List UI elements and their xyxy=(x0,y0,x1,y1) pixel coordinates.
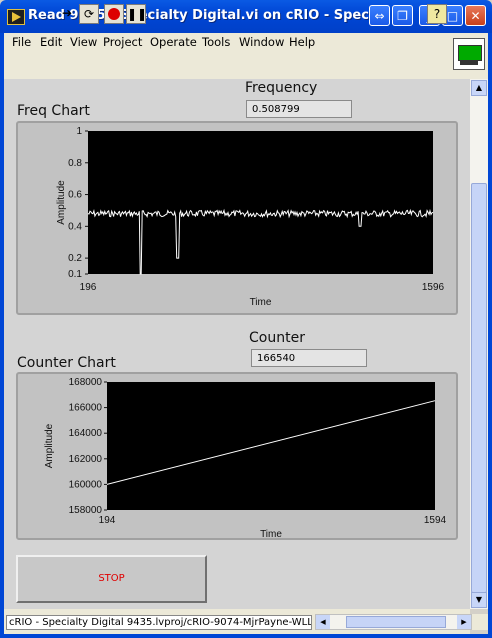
toolbar xyxy=(0,51,492,79)
counter-ytick-label: 164000 xyxy=(69,428,103,439)
freq-ytick-label: 0.1 xyxy=(68,269,82,280)
counter-ytick-label: 158000 xyxy=(69,505,103,516)
counter-indicator: 166540 xyxy=(251,349,367,367)
counter-xtick-label: 1594 xyxy=(424,515,447,526)
menu-edit[interactable]: Edit xyxy=(40,35,62,49)
menu-window[interactable]: Window xyxy=(239,35,284,49)
counter-xtick-label: 194 xyxy=(99,515,116,526)
labview-vi-icon xyxy=(7,9,25,25)
counter-chart-title: Counter Chart xyxy=(17,355,116,371)
frequency-indicator: 0.508799 xyxy=(246,100,352,118)
menu-project[interactable]: Project xyxy=(103,35,142,49)
freq-chart-title: Freq Chart xyxy=(17,103,90,119)
scroll-up-arrow-icon[interactable]: ▲ xyxy=(471,80,487,96)
freq-ytick-label: 0.6 xyxy=(68,190,82,201)
counter-label: Counter xyxy=(249,330,305,346)
status-path: cRIO - Specialty Digital 9435.lvproj/cRI… xyxy=(6,615,312,630)
counter-xlabel: Time xyxy=(260,529,282,540)
hscroll-thumb[interactable] xyxy=(346,616,446,628)
counter-ylabel: Amplitude xyxy=(44,423,55,468)
freq-ytick-label: 0.4 xyxy=(68,221,82,232)
vertical-scrollbar[interactable]: ▲ ▼ xyxy=(470,79,488,609)
counter-ytick-label: 168000 xyxy=(69,377,103,388)
counter-chart: 168000 166000 164000 162000 160000 158000194 1… xyxy=(44,377,447,540)
window-border-right xyxy=(488,79,492,638)
scroll-thumb[interactable] xyxy=(471,183,487,593)
freq-ylabel: Amplitude xyxy=(56,180,67,225)
help-icon[interactable]: ? xyxy=(427,4,447,24)
freq-ytick-label: 0.2 xyxy=(68,253,82,264)
menu-operate[interactable]: Operate xyxy=(150,35,197,49)
freq-xlabel: Time xyxy=(250,297,272,308)
freq-ytick-label: 0.8 xyxy=(68,158,82,169)
scroll-down-arrow-icon[interactable]: ▼ xyxy=(471,592,487,608)
stop-button[interactable]: STOP xyxy=(16,555,207,603)
menu-tools[interactable]: Tools xyxy=(202,35,230,49)
restore-icon[interactable]: ❐ xyxy=(392,5,413,26)
freq-xtick-label: 196 xyxy=(80,282,97,293)
close-button[interactable]: ✕ xyxy=(465,5,486,26)
abort-icon[interactable] xyxy=(104,4,124,24)
freq-ytick-label: 1 xyxy=(76,126,82,137)
menu-view[interactable]: View xyxy=(70,35,97,49)
arrange-icon[interactable]: ⇔ xyxy=(369,5,390,26)
vi-connector-icon xyxy=(453,38,485,70)
window-border-bottom xyxy=(0,634,492,638)
run-arrow-icon[interactable]: ➔ xyxy=(57,4,77,24)
menu-file[interactable]: File xyxy=(12,35,31,49)
run-continuously-icon[interactable]: ⟳ xyxy=(79,4,99,24)
menu-help[interactable]: Help xyxy=(289,35,315,49)
frequency-label: Frequency xyxy=(245,80,318,96)
counter-plot-area xyxy=(107,382,435,510)
counter-ytick-label: 160000 xyxy=(69,479,103,490)
freq-xtick-label: 1596 xyxy=(422,282,445,293)
horizontal-scrollbar[interactable]: ◀ ▶ xyxy=(315,614,472,630)
pause-icon[interactable]: ❚❚ xyxy=(126,4,147,24)
scroll-left-arrow-icon[interactable]: ◀ xyxy=(316,615,330,629)
freq-chart: 1 0.8 0.6 0.4 0.2 0.1 196 1596 Time Amplitude xyxy=(56,126,445,308)
counter-ytick-label: 162000 xyxy=(69,454,103,465)
scroll-right-arrow-icon[interactable]: ▶ xyxy=(457,615,471,629)
counter-ytick-label: 166000 xyxy=(69,403,103,414)
resize-grip-icon[interactable] xyxy=(472,614,488,630)
